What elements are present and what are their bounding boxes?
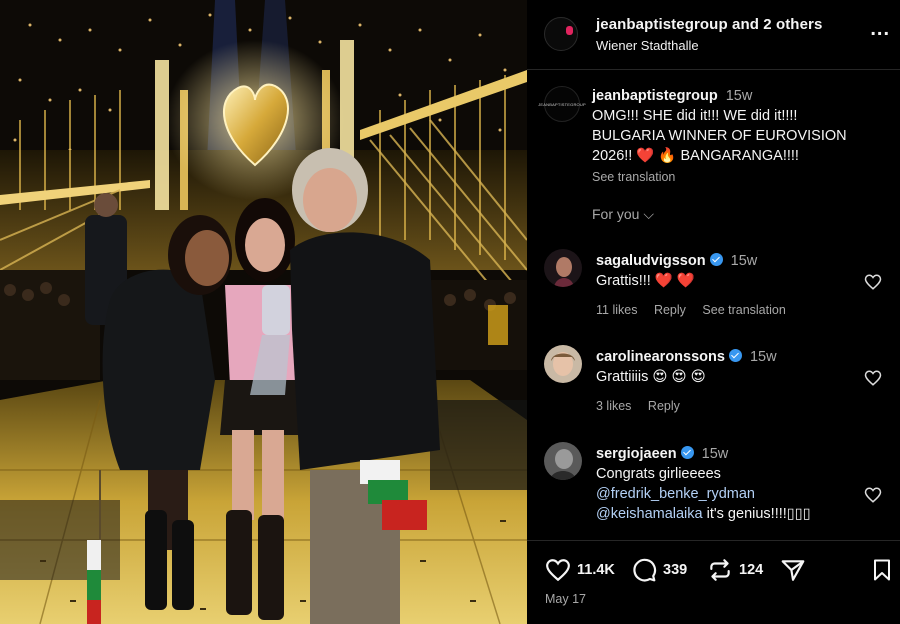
comment-reply-button[interactable]: Reply <box>648 399 680 413</box>
comment-see-translation[interactable]: See translation <box>702 303 785 317</box>
verified-badge-icon <box>680 446 694 459</box>
save-button[interactable] <box>870 557 900 583</box>
like-comment-heart-icon[interactable] <box>864 369 882 387</box>
share-send-icon <box>781 560 805 581</box>
heart-icon <box>546 559 570 582</box>
mention-link[interactable]: @fredrik_benke_rydman <box>596 486 755 502</box>
post-actions-bar: 11.4K 339 124 <box>527 540 900 596</box>
caption-see-translation[interactable]: See translation <box>592 167 882 187</box>
caption-text-line1: OMG!!! SHE did it!!! WE did it!!!! <box>592 108 798 124</box>
mention-link[interactable]: @keishamalaika <box>596 506 703 522</box>
comment-body: sagaludvigsson 15w Grattis!!! ❤️ ❤️ 11 l… <box>596 251 856 320</box>
post-side-panel: jeanbaptistegroup and 2 others Wiener St… <box>527 0 900 624</box>
comment-time: 15w <box>749 349 777 365</box>
comment-reply-button[interactable]: Reply <box>654 303 686 317</box>
repost-icon <box>710 559 730 581</box>
caption-text-line2: BULGARIA WINNER OF EUROVISION <box>592 128 847 144</box>
comment-meta: 11 likes Reply See translation <box>596 300 856 320</box>
comment-likes[interactable]: 3 likes <box>596 399 631 413</box>
repost-button[interactable]: 124 <box>707 557 763 583</box>
comment-button[interactable]: 339 <box>631 557 687 583</box>
commenter-avatar[interactable] <box>544 345 582 383</box>
for-you-dropdown[interactable]: For you ⌵ <box>592 206 654 223</box>
comment-username[interactable]: sergiojaeen <box>596 446 677 462</box>
repost-count: 124 <box>739 562 764 578</box>
comment-username[interactable]: carolinearonssons <box>596 349 725 365</box>
commenter-avatar-image <box>544 345 582 383</box>
comment-time: 15w <box>730 253 758 269</box>
comment-body: carolinearonssons 15w Grattiiiis 😍 😍 😍 3… <box>596 347 856 416</box>
eurovision-stage-image <box>0 0 527 624</box>
comment-text: Grattis!!! ❤️ ❤️ <box>596 273 695 289</box>
like-count: 11.4K <box>577 562 615 578</box>
commenter-avatar[interactable] <box>544 249 582 287</box>
comment-meta: 3 likes Reply <box>596 396 856 416</box>
commenter-avatar-image <box>544 249 582 287</box>
comment-body: sergiojaeen 15w Congrats girlieeees @fre… <box>596 444 856 524</box>
comment-count: 339 <box>663 562 688 578</box>
caption-avatar-text: JEANBAPTISTEGROUP <box>538 101 586 107</box>
like-comment-heart-icon[interactable] <box>864 273 882 291</box>
caption-username[interactable]: jeanbaptistegroup <box>592 88 718 104</box>
post-header: jeanbaptistegroup and 2 others Wiener St… <box>527 0 900 70</box>
caption-body: jeanbaptistegroup 15w OMG!!! SHE did it!… <box>592 86 882 187</box>
verified-badge-icon <box>728 349 742 362</box>
commenter-avatar-image <box>544 442 582 480</box>
location-link[interactable]: Wiener Stadthalle <box>596 38 699 53</box>
post-date: May 17 <box>545 592 586 606</box>
comment-likes[interactable]: 11 likes <box>596 303 637 317</box>
author-username[interactable]: jeanbaptistegroup <box>596 16 728 33</box>
like-comment-heart-icon[interactable] <box>864 486 882 504</box>
author-names[interactable]: jeanbaptistegroup and 2 others <box>596 16 822 33</box>
post-photo[interactable] <box>0 0 527 624</box>
comment-username[interactable]: sagaludvigsson <box>596 253 706 269</box>
author-avatar[interactable] <box>544 17 578 51</box>
comment-text-line3: it's genius!!!!▯▯▯ <box>702 506 811 522</box>
commenter-avatar[interactable] <box>544 442 582 480</box>
caption-time: 15w <box>725 88 753 104</box>
share-button[interactable] <box>780 557 812 583</box>
caption-text-line3: 2026!! ❤️ 🔥 BANGARANGA!!!! <box>592 148 799 164</box>
comment-time: 15w <box>701 446 729 462</box>
like-button[interactable]: 11.4K <box>545 557 615 583</box>
bookmark-icon <box>874 559 890 581</box>
more-options-icon[interactable]: ... <box>870 18 890 41</box>
caption-avatar[interactable]: JEANBAPTISTEGROUP <box>538 86 586 122</box>
comment-text-line1: Congrats girlieeees <box>596 466 721 482</box>
comment-text: Grattiiiis 😍 😍 😍 <box>596 369 706 385</box>
coauthors-link[interactable]: and 2 others <box>732 16 822 33</box>
verified-badge-icon <box>709 253 723 266</box>
comment-bubble-icon <box>633 558 657 582</box>
